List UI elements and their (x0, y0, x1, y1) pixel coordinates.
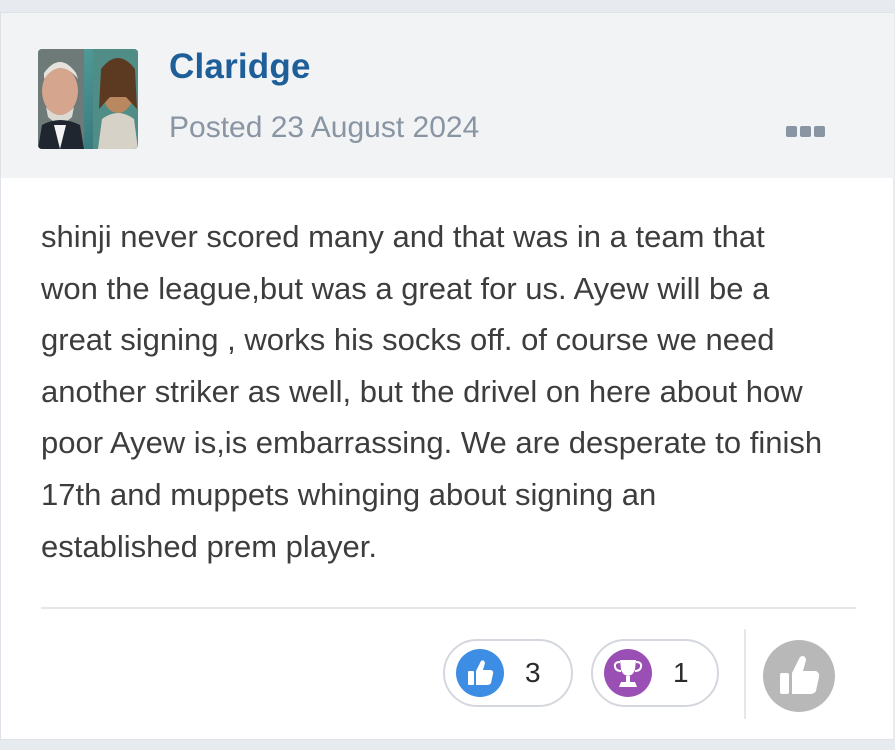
post-line: won the league,but was a great for us. A… (41, 270, 770, 306)
divider (41, 607, 856, 609)
react-button[interactable] (762, 639, 836, 713)
reaction-like[interactable]: 3 (443, 639, 573, 707)
trophy-icon (604, 649, 652, 697)
author-name[interactable]: Claridge (169, 47, 311, 87)
reaction-trophy[interactable]: 1 (591, 639, 719, 707)
reaction-separator (744, 629, 746, 719)
reaction-count: 1 (673, 657, 689, 688)
thumbs-up-icon (456, 649, 504, 697)
post-line: great signing , works his socks off. of … (41, 322, 775, 358)
post-line: poor Ayew is,is embarrassing. We are des… (41, 425, 823, 461)
thumbs-up-icon (763, 640, 835, 712)
avatar[interactable] (38, 49, 138, 149)
post-date: Posted 23 August 2024 (169, 111, 480, 144)
forum-post: Claridge Posted 23 August 2024 shinji ne… (0, 12, 894, 740)
post-content: shinji never scored many and that was in… (41, 211, 861, 572)
post-header: Claridge Posted 23 August 2024 (1, 13, 894, 178)
more-options-icon[interactable] (780, 117, 832, 147)
reaction-count: 3 (525, 657, 541, 688)
post-line: another striker as well, but the drivel … (41, 373, 803, 409)
post-line: 17th and muppets whinging about signing … (41, 476, 657, 512)
post-line: established prem player. (41, 528, 378, 564)
post-line: shinji never scored many and that was in… (41, 219, 765, 254)
